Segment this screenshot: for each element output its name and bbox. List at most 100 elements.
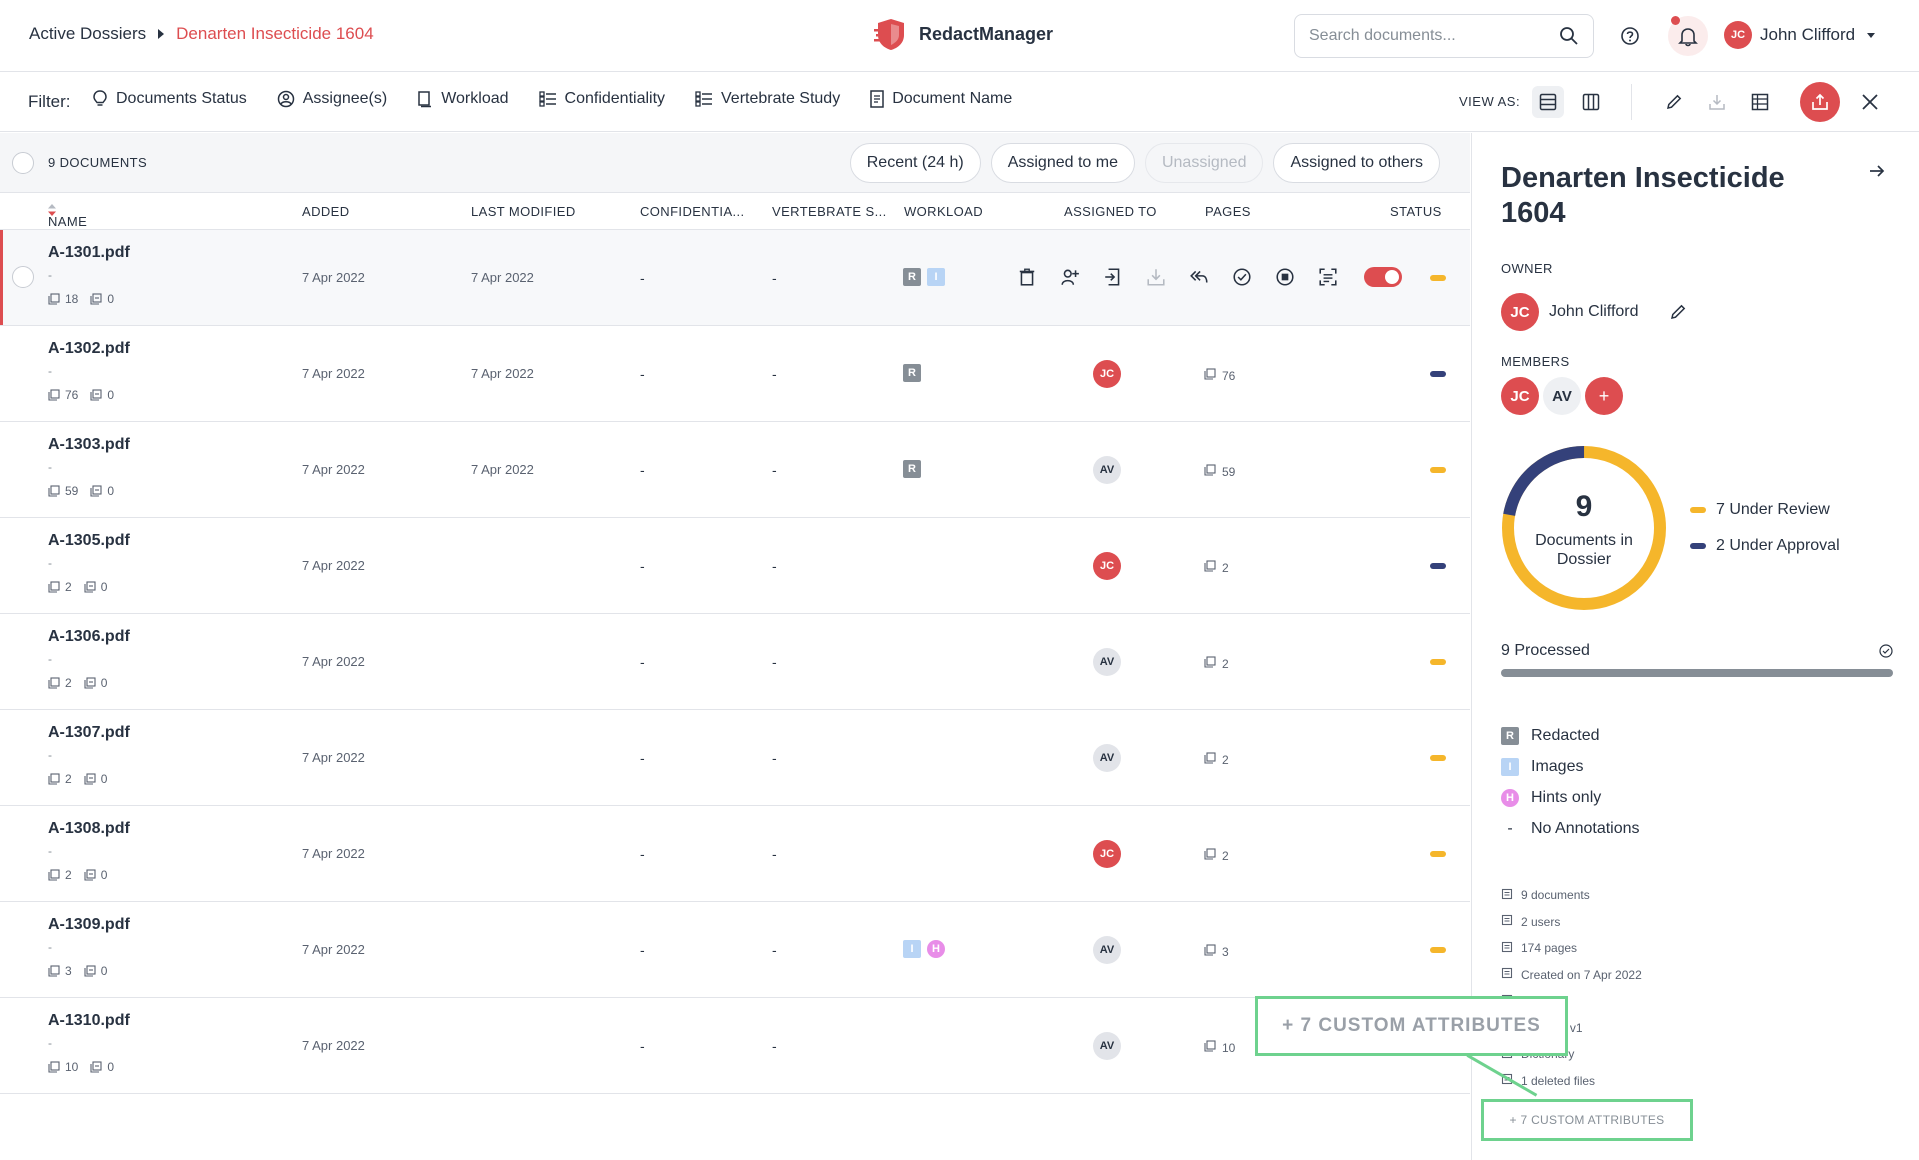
avatar[interactable]: AV bbox=[1543, 377, 1581, 415]
document-name[interactable]: A-1302.pdf bbox=[48, 340, 130, 358]
page-count-meta: 18 bbox=[48, 292, 78, 306]
search-icon[interactable] bbox=[1559, 26, 1579, 46]
document-name[interactable]: A-1303.pdf bbox=[48, 436, 130, 454]
avatar[interactable]: AV bbox=[1093, 744, 1121, 772]
filter-confidentiality[interactable]: Confidentiality bbox=[538, 90, 665, 108]
avatar[interactable]: JC bbox=[1093, 360, 1121, 388]
filter-document-name[interactable]: Document Name bbox=[870, 90, 1012, 108]
quick-filter-unassigned[interactable]: Unassigned bbox=[1144, 143, 1264, 183]
search-input[interactable] bbox=[1309, 27, 1559, 45]
dossier-stat: 174 pages bbox=[1501, 935, 1642, 962]
document-name[interactable]: A-1308.pdf bbox=[48, 820, 130, 838]
document-name[interactable]: A-1310.pdf bbox=[48, 1012, 130, 1030]
search-box[interactable] bbox=[1294, 14, 1594, 58]
filter-vertebrate-study[interactable]: Vertebrate Study bbox=[695, 90, 840, 108]
images-badge: I bbox=[1501, 757, 1519, 776]
filter-workload[interactable]: Workload bbox=[417, 90, 509, 108]
avatar[interactable]: AV bbox=[1093, 456, 1121, 484]
table-row[interactable]: A-1302.pdf -76 0 7 Apr 2022 7 Apr 2022- - R JC 7… bbox=[0, 326, 1470, 422]
download-button[interactable] bbox=[1701, 86, 1733, 118]
delete-button[interactable] bbox=[1012, 262, 1042, 292]
download-button[interactable] bbox=[1141, 262, 1171, 292]
document-meta: 18 0 bbox=[48, 292, 114, 306]
column-header-last-modified[interactable]: LAST MODIFIED bbox=[471, 204, 576, 219]
user-menu[interactable]: JC John Clifford bbox=[1724, 21, 1876, 49]
workload-legend-item[interactable]: R Redacted bbox=[1501, 720, 1640, 751]
files-icon bbox=[84, 869, 96, 881]
table-row[interactable]: A-1301.pdf -18 0 7 Apr 2022 7 Apr 2022- - R I bbox=[0, 230, 1470, 326]
document-meta: 76 0 bbox=[48, 388, 114, 402]
document-name[interactable]: A-1306.pdf bbox=[48, 628, 130, 646]
column-header-status[interactable]: STATUS bbox=[1390, 204, 1442, 219]
table-row[interactable]: A-1308.pdf -2 0 7 Apr 2022- - JC 2 bbox=[0, 806, 1470, 902]
workload-legend-item[interactable]: H Hints only bbox=[1501, 782, 1640, 813]
column-header-assigned-to[interactable]: ASSIGNED TO bbox=[1064, 204, 1157, 219]
stop-button[interactable] bbox=[1270, 262, 1300, 292]
add-member-button[interactable]: + bbox=[1585, 377, 1623, 415]
table-row[interactable]: A-1303.pdf -59 0 7 Apr 2022 7 Apr 2022- - R AV 5… bbox=[0, 422, 1470, 518]
avatar[interactable]: JC bbox=[1093, 840, 1121, 868]
table-row[interactable]: A-1307.pdf -2 0 7 Apr 2022- - AV 2 bbox=[0, 710, 1470, 806]
column-header-workload[interactable]: WORKLOAD bbox=[904, 204, 983, 219]
help-button[interactable] bbox=[1616, 22, 1644, 50]
avatar[interactable]: AV bbox=[1093, 648, 1121, 676]
breadcrumb-root[interactable]: Active Dossiers bbox=[29, 24, 146, 44]
view-list-button[interactable] bbox=[1532, 86, 1564, 118]
pages-icon bbox=[48, 677, 60, 689]
row-checkbox[interactable] bbox=[12, 266, 34, 288]
collapse-panel-button[interactable] bbox=[1868, 163, 1886, 184]
page-count: 10 bbox=[1204, 1040, 1235, 1055]
avatar[interactable]: JC bbox=[1093, 552, 1121, 580]
file-count-meta: 0 bbox=[84, 580, 107, 594]
edit-button[interactable] bbox=[1658, 86, 1690, 118]
column-header-name[interactable]: NAME bbox=[48, 204, 87, 229]
open-document-button[interactable] bbox=[1098, 262, 1128, 292]
workload-legend-item[interactable]: I Images bbox=[1501, 751, 1640, 782]
column-header-pages[interactable]: PAGES bbox=[1205, 204, 1251, 219]
export-button[interactable] bbox=[1800, 82, 1840, 122]
file-count-value: 0 bbox=[100, 964, 108, 978]
confidentiality-value: - bbox=[640, 270, 645, 286]
files-icon bbox=[90, 389, 102, 401]
table-row[interactable]: A-1306.pdf -2 0 7 Apr 2022- - AV 2 bbox=[0, 614, 1470, 710]
close-button[interactable] bbox=[1854, 86, 1886, 118]
table-row[interactable]: A-1309.pdf -3 0 7 Apr 2022- - I H AV 3 bbox=[0, 902, 1470, 998]
pencil-icon[interactable] bbox=[1669, 303, 1687, 321]
ocr-scan-button[interactable] bbox=[1313, 262, 1343, 292]
filter-documents-status[interactable]: Documents Status bbox=[92, 90, 247, 108]
select-all-checkbox[interactable] bbox=[12, 152, 34, 174]
workload-legend-item[interactable]: - No Annotations bbox=[1501, 813, 1639, 844]
assign-user-button[interactable] bbox=[1055, 262, 1085, 292]
avatar[interactable]: AV bbox=[1093, 1032, 1121, 1060]
filter-assignees[interactable]: Assignee(s) bbox=[277, 90, 387, 108]
quick-filter-assigned-to-me[interactable]: Assigned to me bbox=[990, 143, 1135, 183]
notifications-button[interactable] bbox=[1668, 16, 1708, 56]
column-header-vertebrate-study[interactable]: VERTEBRATE S... bbox=[772, 204, 887, 219]
excel-export-button[interactable] bbox=[1744, 86, 1776, 118]
column-header-added[interactable]: ADDED bbox=[302, 204, 350, 219]
legend-item-under-review[interactable]: 7 Under Review bbox=[1690, 501, 1840, 519]
quick-filter-assigned-to-others[interactable]: Assigned to others bbox=[1273, 143, 1440, 183]
custom-attributes-link[interactable]: + 7 CUSTOM ATTRIBUTES bbox=[1481, 1099, 1693, 1141]
document-name[interactable]: A-1309.pdf bbox=[48, 916, 130, 934]
document-name[interactable]: A-1307.pdf bbox=[48, 724, 130, 742]
quick-filter-recent[interactable]: Recent (24 h) bbox=[849, 143, 981, 183]
status-toggle[interactable] bbox=[1364, 267, 1402, 287]
document-name[interactable]: A-1305.pdf bbox=[48, 532, 130, 550]
avatar[interactable]: JC bbox=[1501, 377, 1539, 415]
file-count-meta: 0 bbox=[90, 1060, 114, 1074]
view-columns-button[interactable] bbox=[1575, 86, 1607, 118]
document-name[interactable]: A-1301.pdf bbox=[48, 244, 130, 262]
column-header-confidentiality[interactable]: CONFIDENTIA... bbox=[640, 204, 745, 219]
app-logo[interactable]: RedactManager bbox=[873, 16, 1053, 52]
table-row[interactable]: A-1305.pdf -2 0 7 Apr 2022- - JC 2 bbox=[0, 518, 1470, 614]
legend-item-under-approval[interactable]: 2 Under Approval bbox=[1690, 537, 1840, 555]
table-row[interactable]: A-1310.pdf -10 0 7 Apr 2022- - AV 10 bbox=[0, 998, 1470, 1094]
breadcrumb-current[interactable]: Denarten Insecticide 1604 bbox=[176, 24, 374, 44]
reply-all-button[interactable] bbox=[1184, 262, 1214, 292]
filter-label-text: Workload bbox=[441, 90, 509, 107]
page-count: 2 bbox=[1204, 752, 1229, 767]
avatar[interactable]: AV bbox=[1093, 936, 1121, 964]
status-indicator bbox=[1430, 563, 1446, 569]
approve-button[interactable] bbox=[1227, 262, 1257, 292]
